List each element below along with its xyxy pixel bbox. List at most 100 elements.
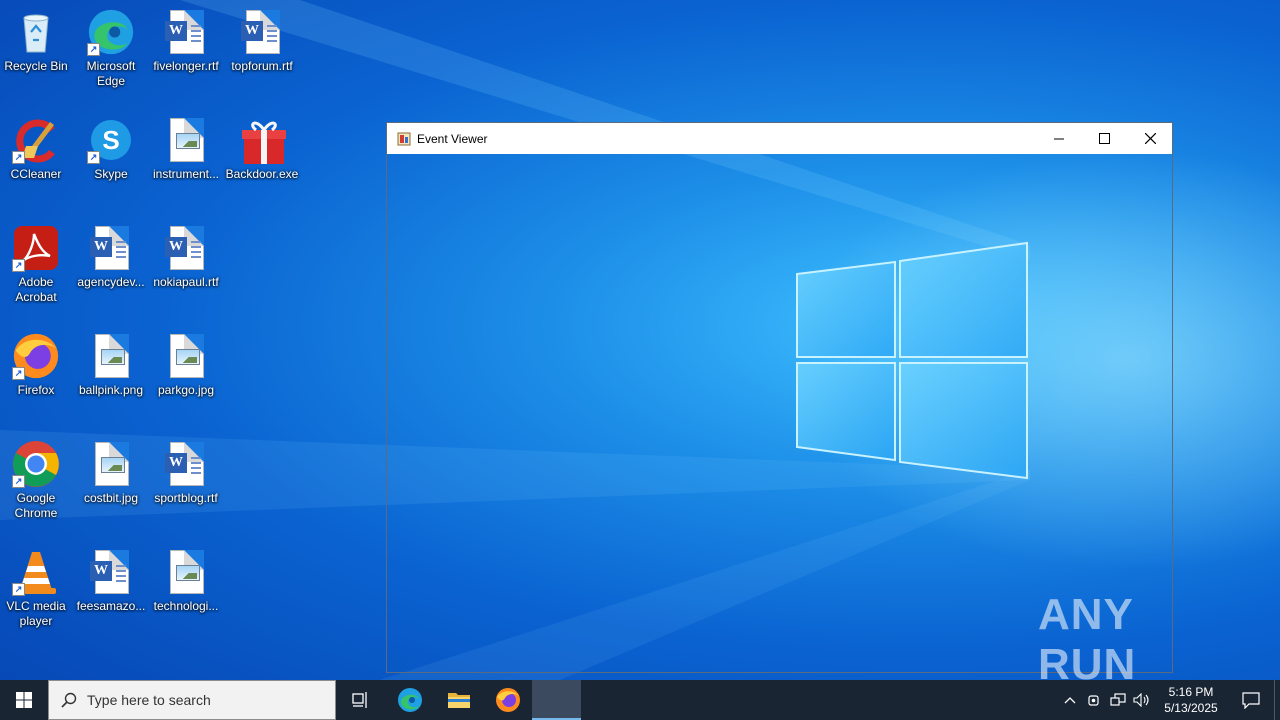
close-icon	[1144, 133, 1156, 144]
tray-overflow-button[interactable]	[1058, 680, 1082, 720]
start-button[interactable]	[0, 680, 48, 720]
maximize-icon	[1098, 133, 1110, 144]
desktop-icon-label: CCleaner	[10, 167, 62, 181]
word-doc-icon: W	[162, 224, 210, 272]
show-desktop-button[interactable]	[1274, 680, 1280, 720]
gift-box-icon	[238, 116, 286, 164]
desktop-icon[interactable]: Wnokiapaul.rtf	[149, 224, 223, 290]
chevron-up-icon	[1064, 697, 1076, 704]
taskbar-event-viewer-button[interactable]	[532, 680, 581, 720]
desktop-icon[interactable]: ↗ CCleaner	[0, 116, 73, 182]
desktop-icon-label: Recycle Bin	[4, 59, 68, 73]
svg-text:S: S	[102, 125, 119, 155]
shortcut-arrow-icon: ↗	[87, 151, 100, 164]
system-tray: 5:16 PM 5/13/2025	[1058, 680, 1280, 720]
anyrun-watermark: ANY RUN	[1038, 590, 1238, 689]
ccleaner-icon: ↗	[12, 116, 60, 164]
tray-volume-button[interactable]	[1130, 680, 1154, 720]
desktop-icon[interactable]: ↗ Firefox	[0, 332, 73, 398]
taskbar: Type here to search 5:16 PM 5/13/2025	[0, 680, 1280, 720]
clock-date: 5/13/2025	[1164, 701, 1218, 715]
desktop-icon-label: technologi...	[153, 599, 219, 613]
event-viewer-task-icon	[550, 693, 564, 707]
image-file-icon	[162, 332, 210, 380]
taskbar-search-box[interactable]: Type here to search	[48, 680, 336, 720]
windows-start-icon	[16, 692, 32, 708]
window-titlebar[interactable]: Event Viewer	[387, 123, 1172, 154]
desktop-icon-label: Skype	[94, 167, 128, 181]
desktop-icon-label: parkgo.jpg	[157, 383, 215, 397]
tray-network-button[interactable]	[1106, 680, 1130, 720]
firefox-icon: ↗	[12, 332, 60, 380]
desktop-icon-label: costbit.jpg	[83, 491, 139, 505]
maximize-button[interactable]	[1081, 123, 1127, 154]
desktop-icon[interactable]: costbit.jpg	[74, 440, 148, 506]
firefox-icon	[495, 688, 520, 712]
image-file-icon	[162, 116, 210, 164]
desktop-icon[interactable]: Recycle Bin	[0, 8, 73, 74]
desktop-icon[interactable]: ↗ Adobe Acrobat	[0, 224, 73, 305]
word-doc-icon: W	[87, 548, 135, 596]
desktop-icon-label: fivelonger.rtf	[153, 59, 219, 73]
desktop-icon[interactable]: technologi...	[149, 548, 223, 614]
window-title: Event Viewer	[417, 131, 488, 146]
edge-icon	[397, 688, 422, 712]
close-button[interactable]	[1127, 123, 1173, 154]
shortcut-arrow-icon: ↗	[87, 43, 100, 56]
chrome-icon: ↗	[12, 440, 60, 488]
shortcut-arrow-icon: ↗	[12, 367, 25, 380]
meet-now-icon	[1088, 695, 1099, 706]
desktop-icon-label: Google Chrome	[14, 491, 58, 520]
desktop-icon[interactable]: Wagencydev...	[74, 224, 148, 290]
task-view-icon	[351, 692, 367, 708]
clock-time: 5:16 PM	[1168, 685, 1214, 699]
task-view-button[interactable]	[336, 680, 385, 720]
desktop-icon[interactable]: ↗ Google Chrome	[0, 440, 73, 521]
desktop-icon-label: Adobe Acrobat	[15, 275, 57, 304]
desktop-icon[interactable]: parkgo.jpg	[149, 332, 223, 398]
taskbar-clock[interactable]: 5:16 PM 5/13/2025	[1160, 684, 1222, 716]
desktop-icon-label: feesamazo...	[76, 599, 146, 613]
event-viewer-app-icon	[397, 132, 411, 145]
minimize-icon	[1054, 138, 1064, 139]
word-doc-icon: W	[162, 440, 210, 488]
word-doc-icon: W	[238, 8, 286, 56]
search-icon	[61, 692, 77, 708]
taskbar-file-explorer-button[interactable]	[434, 680, 483, 720]
desktop-icon[interactable]: Backdoor.exe	[225, 116, 299, 182]
desktop-icon[interactable]: Wsportblog.rtf	[149, 440, 223, 506]
desktop-icon-label: Firefox	[17, 383, 55, 397]
notification-icon	[1242, 692, 1260, 709]
desktop-icon[interactable]: ↗ Microsoft Edge	[74, 8, 148, 89]
desktop-icon[interactable]: instrument...	[149, 116, 223, 182]
shortcut-arrow-icon: ↗	[12, 259, 25, 272]
skype-icon: S ↗	[87, 116, 135, 164]
shortcut-arrow-icon: ↗	[12, 583, 25, 596]
image-file-icon	[87, 332, 135, 380]
network-icon	[1110, 693, 1126, 706]
edge-icon: ↗	[87, 8, 135, 56]
desktop-icon[interactable]: Wfeesamazo...	[74, 548, 148, 614]
tray-meet-now-button[interactable]	[1082, 680, 1106, 720]
file-explorer-icon	[447, 693, 470, 708]
desktop-icon[interactable]: ↗ VLC media player	[0, 548, 73, 629]
desktop-icon-label: instrument...	[152, 167, 220, 181]
minimize-button[interactable]	[1036, 123, 1082, 154]
image-file-icon	[87, 440, 135, 488]
search-placeholder: Type here to search	[87, 692, 211, 708]
desktop-icon[interactable]: ballpink.png	[74, 332, 148, 398]
taskbar-edge-button[interactable]	[385, 680, 434, 720]
taskbar-firefox-button[interactable]	[483, 680, 532, 720]
vlc-icon: ↗	[12, 548, 60, 596]
desktop-icon-label: nokiapaul.rtf	[153, 275, 219, 289]
acrobat-icon: ↗	[12, 224, 60, 272]
desktop-icon-label: VLC media player	[6, 599, 66, 628]
shortcut-arrow-icon: ↗	[12, 475, 25, 488]
desktop-icon-label: ballpink.png	[78, 383, 144, 397]
word-doc-icon: W	[87, 224, 135, 272]
action-center-button[interactable]	[1228, 680, 1274, 720]
desktop-icon-label: topforum.rtf	[231, 59, 293, 73]
desktop-icon[interactable]: Wtopforum.rtf	[225, 8, 299, 74]
desktop-icon[interactable]: S ↗ Skype	[74, 116, 148, 182]
desktop-icon[interactable]: Wfivelonger.rtf	[149, 8, 223, 74]
